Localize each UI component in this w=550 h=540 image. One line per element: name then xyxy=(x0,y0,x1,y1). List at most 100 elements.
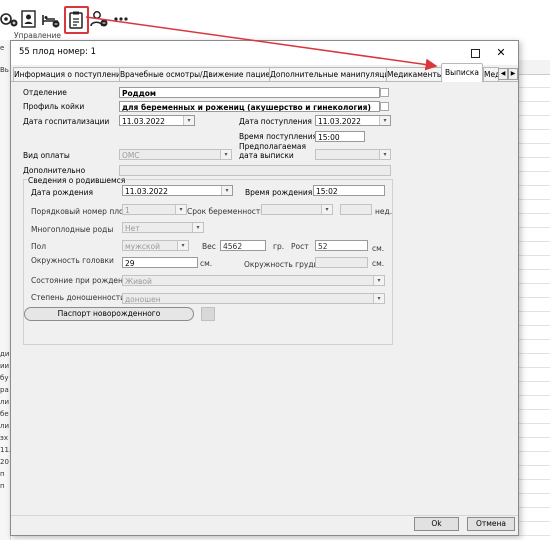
admission-date-label: Дата поступления xyxy=(239,117,312,126)
right-grid xyxy=(517,60,550,540)
sex-label: Пол xyxy=(31,242,47,251)
department-checkbox[interactable] xyxy=(380,88,389,97)
department-field[interactable]: Роддом xyxy=(119,87,380,98)
maximize-button[interactable] xyxy=(467,45,483,61)
passport-extra-button[interactable] xyxy=(201,307,215,321)
fetus-number-value: 1 xyxy=(125,206,130,215)
hosp-date-field[interactable]: 11.03.2022 ▾ xyxy=(119,115,195,126)
multiple-label: Многоплодные роды xyxy=(31,225,114,234)
side-letter: п xyxy=(0,470,5,478)
payment-select[interactable]: ОМС ▾ xyxy=(119,149,232,160)
sex-value: мужской xyxy=(125,242,160,251)
side-letter: бе xyxy=(0,410,9,418)
bed-profile-field[interactable]: для беременных и рожениц (акушерство и г… xyxy=(119,101,380,112)
fetus-number-select[interactable]: 1 ▾ xyxy=(122,204,187,215)
maturity-label: Степень доношенности xyxy=(31,293,125,302)
gestation-select[interactable]: ▾ xyxy=(261,204,333,215)
toolbar-clipboard-button[interactable] xyxy=(64,6,89,34)
maximize-icon xyxy=(470,49,480,58)
newborn-passport-button[interactable]: Паспорт новорожденного xyxy=(24,307,194,321)
side-letter: ли xyxy=(0,422,10,430)
multiple-select[interactable]: Нет ▾ xyxy=(122,222,204,233)
additional-label: Дополнительно xyxy=(23,166,86,175)
calendar-dropdown-icon: ▾ xyxy=(183,116,194,125)
calendar-dropdown-icon: ▾ xyxy=(379,116,390,125)
gestation-unit: нед. xyxy=(375,207,393,216)
department-label: Отделение xyxy=(23,88,67,97)
badge-user-icon xyxy=(21,10,36,28)
multiple-value: Нет xyxy=(125,224,140,233)
chevron-left-icon: ◀ xyxy=(500,70,506,77)
birth-date-value: 11.03.2022 xyxy=(125,187,168,196)
side-letter: 20 xyxy=(0,458,9,466)
tab-medications[interactable]: Медикаменты xyxy=(386,67,443,82)
sex-select[interactable]: мужской ▾ xyxy=(122,240,189,251)
tab-scroll-right-button[interactable]: ▶ xyxy=(508,68,518,80)
height-field[interactable]: 52 xyxy=(315,240,368,251)
toolbar-document-user-button[interactable] xyxy=(18,8,40,30)
maturity-select[interactable]: доношен ▾ xyxy=(122,293,385,304)
chevron-down-icon: ▾ xyxy=(321,205,332,214)
side-letter: ли xyxy=(0,398,10,406)
birth-time-label: Время рождения xyxy=(245,188,313,197)
gear-add-icon xyxy=(0,13,18,27)
state-value: Живой xyxy=(125,277,152,286)
birth-date-label: Дата рождения xyxy=(31,188,93,197)
chevron-down-icon: ▾ xyxy=(192,223,203,232)
birth-time-field[interactable]: 15:02 xyxy=(313,185,385,196)
toolbar-more-button[interactable] xyxy=(110,8,132,30)
chevron-down-icon: ▾ xyxy=(175,205,186,214)
payment-value: ОМС xyxy=(122,151,140,160)
admission-info-panel: Отделение Роддом Профиль койки для берем… xyxy=(11,81,518,516)
cancel-button[interactable]: Отмена xyxy=(467,517,515,531)
tab-scroll-left-button[interactable]: ◀ xyxy=(498,68,508,80)
bed-profile-checkbox[interactable] xyxy=(380,102,389,111)
footer-divider xyxy=(11,515,518,516)
head-field[interactable]: 29 xyxy=(122,257,198,268)
side-letter: 11.0 xyxy=(0,446,10,454)
ok-button[interactable]: Ok xyxy=(414,517,459,531)
weight-field[interactable]: 4562 xyxy=(220,240,266,251)
tab-discharge[interactable]: Выписка xyxy=(441,63,483,82)
newborn-dialog: 55 плод номер: 1 ✕ Информация о поступле… xyxy=(10,40,519,536)
admission-date-field[interactable]: 11.03.2022 ▾ xyxy=(315,115,391,126)
side-letter: бу xyxy=(0,374,9,382)
chest-unit: см. xyxy=(372,259,385,268)
side-letter: ра xyxy=(0,386,9,394)
user-remove-icon xyxy=(90,11,108,27)
additional-field[interactable] xyxy=(119,165,391,176)
ribbon-group-label: Управление xyxy=(14,31,62,40)
planned-discharge-field[interactable]: ▾ xyxy=(315,149,391,160)
maturity-value: доношен xyxy=(125,295,161,304)
fetus-number-label: Порядковый номер плода xyxy=(31,207,134,216)
side-letter: эх xyxy=(0,434,8,442)
close-button[interactable]: ✕ xyxy=(493,45,509,61)
admission-time-field[interactable]: 15:00 xyxy=(315,131,365,142)
tab-manipulations[interactable]: Дополнительные манипуляции xyxy=(269,67,388,82)
state-label: Состояние при рождении xyxy=(31,276,133,285)
bed-profile-label: Профиль койки xyxy=(23,102,85,111)
hosp-date-label: Дата госпитализации xyxy=(23,117,110,126)
admission-time-label: Время поступления xyxy=(239,132,318,141)
chest-field[interactable] xyxy=(315,257,368,268)
tab-medical-more[interactable]: Мед xyxy=(483,67,499,82)
state-select[interactable]: Живой ▾ xyxy=(122,275,385,286)
dialog-titlebar: 55 плод номер: 1 ✕ xyxy=(11,41,518,65)
tab-admission-info[interactable]: Информация о поступлении xyxy=(13,67,121,82)
calendar-dropdown-icon: ▾ xyxy=(379,150,390,159)
toolbar-user-remove-button[interactable] xyxy=(88,8,110,30)
weight-label: Вес xyxy=(202,242,216,251)
chevron-down-icon: ▾ xyxy=(373,294,384,303)
clipboard-icon xyxy=(69,11,83,29)
chevron-down-icon: ▾ xyxy=(373,276,384,285)
tab-examinations[interactable]: Врачебные осмотры/Движение пациента xyxy=(119,67,271,82)
birth-date-field[interactable]: 11.03.2022 ▾ xyxy=(122,185,233,196)
weight-unit: гр. xyxy=(273,242,285,251)
newborn-section-title: Сведения о родившемся xyxy=(27,176,127,185)
chevron-down-icon: ▾ xyxy=(177,241,188,250)
toolbar-bed-button[interactable] xyxy=(40,8,62,30)
gestation-weeks-field[interactable] xyxy=(340,204,372,215)
head-label: Окружность головки xyxy=(31,256,114,265)
toolbar-add-button[interactable] xyxy=(0,8,20,30)
side-text-top: е xyxy=(0,44,5,52)
